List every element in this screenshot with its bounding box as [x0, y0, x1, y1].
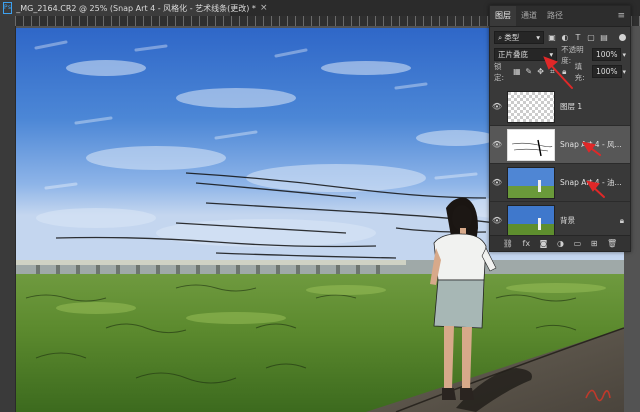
link-icon[interactable]: ⛓︎ [503, 239, 513, 248]
opacity-value: 100% [596, 50, 618, 59]
folder-icon[interactable]: ▭ [574, 239, 582, 248]
image-filter-icon[interactable]: ▣ [547, 33, 557, 43]
adjustment-icon[interactable]: ◑ [557, 239, 564, 248]
fx-icon[interactable]: fx [523, 239, 531, 248]
lock-label: 锁定: [494, 61, 505, 82]
lock-artboard-icon[interactable]: ⌗ [548, 67, 557, 77]
layer-filter-value: 类型 [504, 33, 520, 42]
layer-filter-row: ⌕ 类型 ▾ ▣ ◐ T ▢ ▤ [490, 29, 630, 46]
chevron-down-icon: ▾ [549, 50, 554, 59]
lock-paint-icon[interactable]: ✎ [524, 67, 533, 77]
eye-icon[interactable]: 👁︎ [490, 102, 504, 111]
lock-transparent-icon[interactable]: ▦ [512, 67, 521, 77]
document-tab[interactable]: Ps _MG_2164.CR2 @ 25% (Snap Art 4 - 风格化 … [0, 0, 267, 16]
chevron-down-icon: ▾ [536, 33, 540, 42]
layers-list: 👁︎ 图层 1 👁︎ Snap Art 4 - 风... 👁︎ Snap Art… [490, 88, 630, 240]
tab-layers[interactable]: 图层 [490, 6, 516, 26]
lock-row: 锁定: ▦ ✎ ✥ ⌗ 🔒︎ 填充: 100% ▾ [490, 61, 630, 82]
panel-menu-icon[interactable]: ≡ [612, 6, 630, 26]
lock-icon: 🔒︎ [619, 215, 624, 225]
trash-icon[interactable]: 🗑︎ [607, 239, 617, 248]
layer-row[interactable]: 👁︎ Snap Art 4 - 风... [490, 126, 630, 164]
close-tab-button[interactable]: × [260, 3, 268, 13]
fill-field[interactable]: 100% [592, 65, 622, 78]
blend-row: 正片叠底 ▾ 不透明度: 100% ▾ [490, 45, 630, 65]
new-layer-icon[interactable]: ⊞ [591, 239, 598, 248]
opacity-field[interactable]: 100% [592, 48, 622, 61]
layer-name: Snap Art 4 - 油... [560, 178, 622, 187]
eye-icon[interactable]: 👁︎ [490, 140, 504, 149]
layer-thumbnail [507, 204, 555, 237]
lock-position-icon[interactable]: ✥ [536, 67, 545, 77]
tab-channels[interactable]: 通道 [516, 6, 542, 26]
layer-row[interactable]: 👁︎ Snap Art 4 - 油... [490, 164, 630, 202]
mask-icon[interactable]: ◙ [540, 239, 548, 248]
panel-tab-bar: 图层 通道 路径 ≡ [490, 6, 630, 27]
chevron-down-icon[interactable]: ▾ [622, 51, 626, 59]
smart-object-filter-icon[interactable]: ▤ [599, 33, 609, 43]
filter-toggle[interactable] [619, 34, 626, 41]
layer-filter-select[interactable]: ⌕ 类型 ▾ [494, 31, 544, 44]
layer-thumbnail [507, 128, 555, 161]
tools-strip [0, 16, 16, 412]
panel-footer: ⛓︎ fx ◙ ◑ ▭ ⊞ 🗑︎ [490, 235, 630, 251]
blend-mode-value: 正片叠底 [498, 50, 528, 59]
fill-label: 填充: [574, 61, 585, 82]
tab-paths[interactable]: 路径 [542, 6, 568, 26]
layers-panel: 图层 通道 路径 ≡ ⌕ 类型 ▾ ▣ ◐ T ▢ ▤ 正片叠底 ▾ 不透明度:… [489, 5, 631, 252]
blend-mode-select[interactable]: 正片叠底 ▾ [494, 48, 558, 61]
layer-thumbnail [507, 166, 555, 199]
shape-filter-icon[interactable]: ▢ [586, 33, 596, 43]
fill-value: 100% [596, 67, 618, 76]
eye-icon[interactable]: 👁︎ [490, 178, 504, 187]
layer-name: Snap Art 4 - 风... [560, 140, 622, 149]
chevron-down-icon[interactable]: ▾ [623, 68, 627, 76]
layer-row[interactable]: 👁︎ 图层 1 [490, 88, 630, 126]
document-title: _MG_2164.CR2 @ 25% (Snap Art 4 - 风格化 - 艺… [16, 3, 256, 13]
photoshop-logo-icon: Ps [3, 2, 13, 14]
search-icon: ⌕ [498, 33, 503, 42]
adjustment-filter-icon[interactable]: ◐ [560, 33, 570, 43]
layer-name: 图层 1 [560, 102, 583, 111]
lock-all-icon[interactable]: 🔒︎ [560, 67, 569, 77]
layer-name: 背景 [560, 216, 575, 225]
layer-thumbnail [507, 90, 555, 123]
eye-icon[interactable]: 👁︎ [490, 216, 504, 225]
type-filter-icon[interactable]: T [573, 33, 583, 43]
